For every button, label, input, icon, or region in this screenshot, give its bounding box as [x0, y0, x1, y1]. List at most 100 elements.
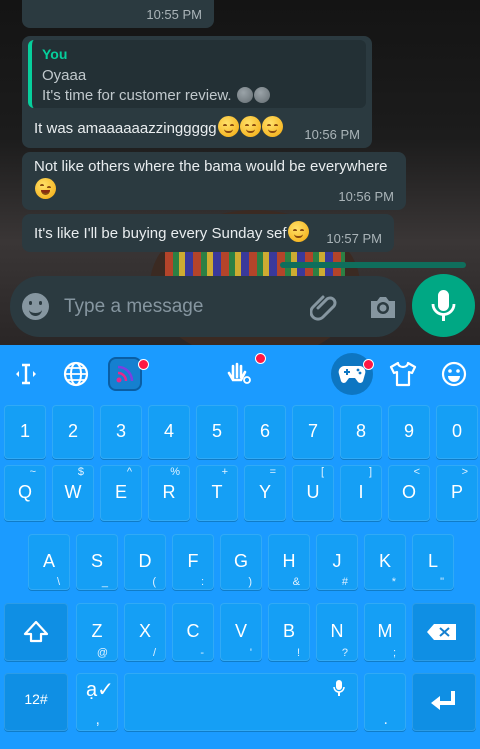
key-8[interactable]: 8	[340, 405, 382, 459]
message-bubble[interactable]: 10:55 PM	[22, 0, 214, 28]
shift-icon	[23, 620, 49, 643]
key-c[interactable]: C-	[172, 603, 214, 661]
key-label: 12#	[24, 691, 48, 707]
message-text: Not like others where the bama would be …	[34, 158, 388, 175]
period-key[interactable]: .	[364, 673, 406, 731]
tshirt-icon[interactable]	[382, 353, 424, 395]
key-r[interactable]: R%	[148, 465, 190, 521]
key-x[interactable]: X /	[124, 603, 166, 661]
key-j[interactable]: J #	[316, 534, 358, 590]
key-q[interactable]: Q ~	[4, 465, 46, 521]
key-w[interactable]: W $	[52, 465, 94, 521]
key-secondary-label: +	[221, 466, 228, 478]
key-secondary-label: $	[77, 466, 84, 478]
key-label: 8	[355, 421, 366, 441]
key-secondary-label: ]	[368, 466, 372, 478]
hand-icon[interactable]	[218, 353, 260, 395]
backspace-key[interactable]	[412, 603, 476, 661]
key-f[interactable]: F:	[172, 534, 214, 590]
backspace-icon	[427, 624, 456, 640]
key-0[interactable]: 0	[436, 405, 478, 459]
key-label: Y	[258, 482, 271, 502]
message-bubble[interactable]: You Oyaaa It's time for customer review.…	[22, 36, 372, 148]
key-label: A	[42, 551, 55, 571]
key-i[interactable]: I]	[340, 465, 382, 521]
relieved-emoji-icon	[239, 116, 261, 137]
key-secondary-label: _	[101, 576, 108, 588]
key-4[interactable]: 4	[148, 405, 190, 459]
quoted-message[interactable]: You Oyaaa It's time for customer review.	[28, 40, 366, 108]
key-b[interactable]: B!	[268, 603, 310, 661]
emoji-button-icon[interactable]	[22, 293, 49, 320]
message-compose-bar	[10, 276, 406, 337]
key-secondary-label: )	[248, 576, 252, 588]
key-label: D	[138, 551, 152, 571]
comma-key[interactable]: , ạ✓	[76, 673, 118, 731]
key-d[interactable]: D(	[124, 534, 166, 590]
key-6[interactable]: 6	[244, 405, 286, 459]
quote-line: Oyaaa	[42, 67, 87, 84]
enter-key[interactable]	[412, 673, 476, 731]
key-secondary-label: ^	[126, 466, 132, 478]
laughing-emoji-icon	[35, 178, 56, 199]
scroll-indicator	[280, 262, 466, 268]
key-n[interactable]: N?	[316, 603, 358, 661]
message-time: 10:56 PM	[304, 127, 360, 142]
globe-icon[interactable]	[55, 353, 97, 395]
key-secondary-label: .	[383, 711, 388, 728]
message-input[interactable]	[64, 292, 284, 322]
symbols-key[interactable]: 12#	[4, 673, 68, 731]
key-o[interactable]: O <	[388, 465, 430, 521]
key-label: 3	[115, 421, 126, 441]
key-secondary-label: *	[391, 576, 396, 588]
key-s[interactable]: S _	[76, 534, 118, 590]
key-label: 0	[451, 421, 462, 441]
key-7[interactable]: 7	[292, 405, 334, 459]
key-label: H	[282, 551, 296, 571]
key-label: 1	[19, 421, 30, 441]
message-time: 10:56 PM	[338, 189, 394, 204]
key-secondary-label: /	[152, 647, 156, 659]
message-bubble[interactable]: It's like I'll be buying every Sunday se…	[22, 214, 394, 252]
key-secondary-label: \	[56, 576, 60, 588]
relieved-emoji-icon	[261, 116, 283, 137]
key-t[interactable]: T +	[196, 465, 238, 521]
key-p[interactable]: P >	[436, 465, 478, 521]
key-secondary-label: @	[96, 647, 108, 659]
key-l[interactable]: L "	[412, 534, 454, 590]
smiley-icon[interactable]	[433, 353, 475, 395]
key-label: 2	[67, 421, 78, 441]
camera-icon[interactable]	[368, 294, 398, 320]
key-label: K	[378, 551, 391, 571]
key-g[interactable]: G)	[220, 534, 262, 590]
key-5[interactable]: 5	[196, 405, 238, 459]
message-text: It was amaaaaaazzinggggg	[34, 120, 217, 137]
key-label: W	[64, 482, 82, 502]
message-bubble[interactable]: Not like others where the bama would be …	[22, 152, 406, 210]
key-e[interactable]: E ^	[100, 465, 142, 521]
space-key[interactable]	[124, 673, 358, 731]
key-label: U	[306, 482, 320, 502]
key-y[interactable]: Y =	[244, 465, 286, 521]
key-k[interactable]: K *	[364, 534, 406, 590]
keyboard-toolbar	[0, 345, 480, 403]
key-z[interactable]: Z @	[76, 603, 118, 661]
voice-message-button[interactable]	[412, 274, 475, 337]
key-m[interactable]: M;	[364, 603, 406, 661]
shift-key[interactable]	[4, 603, 68, 661]
key-label: G	[233, 551, 248, 571]
key-h[interactable]: H &	[268, 534, 310, 590]
attach-icon[interactable]	[310, 292, 338, 322]
key-2[interactable]: 2	[52, 405, 94, 459]
text-cursor-icon[interactable]	[5, 353, 47, 395]
key-3[interactable]: 3	[100, 405, 142, 459]
notification-dot	[363, 359, 374, 370]
key-secondary-label: (	[152, 576, 156, 588]
key-secondary-label: ~	[29, 466, 36, 478]
key-a[interactable]: A \	[28, 534, 70, 590]
key-v[interactable]: V '	[220, 603, 262, 661]
key-9[interactable]: 9	[388, 405, 430, 459]
key-u[interactable]: U[	[292, 465, 334, 521]
key-label: S	[90, 551, 103, 571]
key-1[interactable]: 1	[4, 405, 46, 459]
